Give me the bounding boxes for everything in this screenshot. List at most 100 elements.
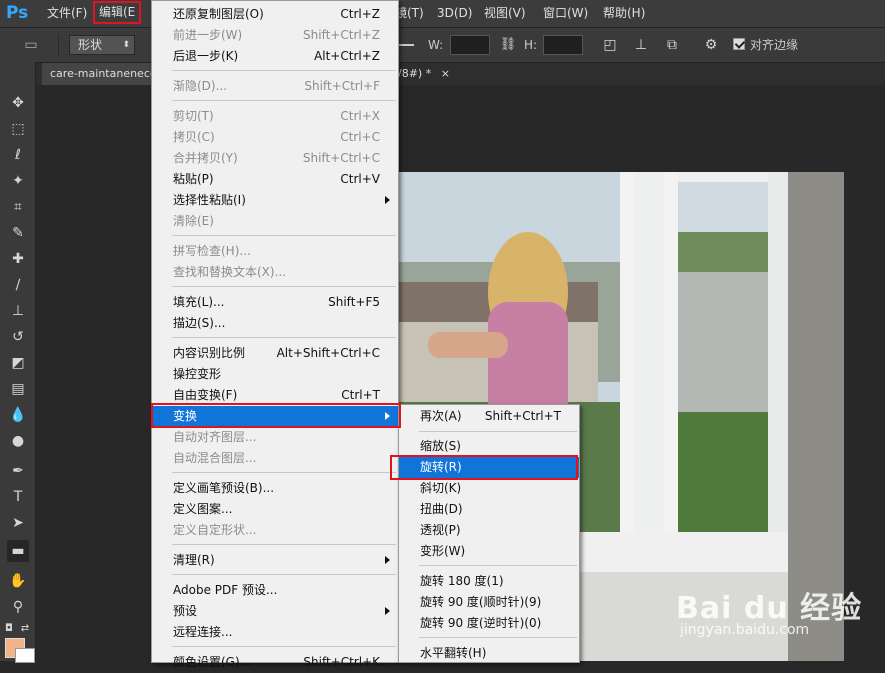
- transform_menu-item[interactable]: 再次(A) Shift+Ctrl+T: [399, 406, 579, 427]
- edit_menu-item-shortcut: Shift+Ctrl+Z: [303, 28, 380, 42]
- menu-separator: [172, 574, 396, 575]
- clone-stamp-icon[interactable]: ⊥: [7, 300, 29, 322]
- edit_menu-item-shortcut: Shift+Ctrl+K: [303, 655, 380, 669]
- document-tab[interactable]: care-maintanenece: [42, 63, 152, 85]
- edit_menu-item[interactable]: 后退一步(K) Alt+Ctrl+Z: [152, 46, 398, 67]
- blur-tool-icon[interactable]: 💧: [7, 404, 29, 426]
- menu-help[interactable]: 帮助(H): [603, 0, 645, 27]
- edit_menu-item[interactable]: 清理(R): [152, 550, 398, 571]
- edit_menu-item[interactable]: 清除(E): [152, 211, 398, 232]
- edit_menu-item-label: 填充(L)...: [173, 295, 225, 309]
- width-input[interactable]: [450, 35, 490, 55]
- shape-mode-select[interactable]: 形状 ⬍: [69, 35, 135, 55]
- height-label: H:: [524, 38, 538, 52]
- edit_menu-item[interactable]: 定义图案...: [152, 499, 398, 520]
- gear-icon[interactable]: ⚙: [700, 34, 722, 56]
- edit_menu-item[interactable]: 自动混合图层...: [152, 448, 398, 469]
- menu-filter[interactable]: 镜(T): [395, 0, 424, 27]
- close-icon[interactable]: ×: [441, 67, 450, 80]
- edit_menu-item[interactable]: 描边(S)...: [152, 313, 398, 334]
- edit_menu-item[interactable]: 粘贴(P) Ctrl+V: [152, 169, 398, 190]
- eraser-tool-icon[interactable]: ◩: [7, 352, 29, 374]
- edit_menu-item-label: 内容识别比例: [173, 346, 246, 360]
- edit_menu-item-shortcut: Ctrl+C: [340, 130, 380, 144]
- menu-view[interactable]: 视图(V): [484, 0, 526, 27]
- gradient-tool-icon[interactable]: ▤: [7, 378, 29, 400]
- transform_menu-item-label: 旋转 90 度(顺时针)(9): [420, 595, 542, 609]
- edit_menu-item[interactable]: 渐隐(D)... Shift+Ctrl+F: [152, 76, 398, 97]
- path-arrangement-icon[interactable]: ⧉: [661, 34, 683, 56]
- edit_menu-item-label: 前进一步(W): [173, 28, 243, 42]
- path-operations-icon[interactable]: ◰: [599, 34, 621, 56]
- crop-tool-icon[interactable]: ⌗: [7, 196, 29, 218]
- transform_menu-item[interactable]: 旋转 90 度(顺时针)(9): [399, 592, 579, 613]
- edit_menu-item-label: 还原复制图层(O): [173, 7, 264, 21]
- align-edges-checkbox[interactable]: [733, 38, 745, 50]
- shape-tool-preset-icon[interactable]: ▭: [20, 34, 42, 56]
- edit_menu-item[interactable]: 内容识别比例 Alt+Shift+Ctrl+C: [152, 343, 398, 364]
- submenu-arrow-icon: [385, 607, 390, 615]
- edit_menu-item[interactable]: 选择性粘贴(I): [152, 190, 398, 211]
- brush-tool-icon[interactable]: ∕: [7, 274, 29, 296]
- edit_menu-item-label: 粘贴(P): [173, 172, 214, 186]
- rotate-highlight-annotation: [390, 455, 578, 480]
- edit_menu-item-label: 剪切(T): [173, 109, 214, 123]
- transform_menu-item[interactable]: 变形(W): [399, 541, 579, 562]
- hand-tool-icon[interactable]: ✋: [7, 570, 29, 592]
- menu-separator: [172, 337, 396, 338]
- edit_menu-item-shortcut: Shift+Ctrl+C: [302, 151, 380, 165]
- edit_menu-item[interactable]: 查找和替换文本(X)...: [152, 262, 398, 283]
- edit_menu-item[interactable]: 拷贝(C) Ctrl+C: [152, 127, 398, 148]
- transform_menu-item[interactable]: 缩放(S): [399, 436, 579, 457]
- rectangle-tool-icon[interactable]: ▬: [7, 540, 29, 562]
- edit_menu-item[interactable]: 前进一步(W) Shift+Ctrl+Z: [152, 25, 398, 46]
- edit_menu-item[interactable]: 拼写检查(H)...: [152, 241, 398, 262]
- stroke-line-icon[interactable]: [398, 35, 416, 55]
- swap-colors-icon[interactable]: ⇄: [18, 618, 32, 640]
- transform_menu-item[interactable]: 旋转 180 度(1): [399, 571, 579, 592]
- edit_menu-item[interactable]: 定义自定形状...: [152, 520, 398, 541]
- document-tab-suffix[interactable]: 8/8#) * ×: [391, 63, 451, 85]
- edit_menu-item-label: Adobe PDF 预设...: [173, 583, 278, 597]
- transform_menu-item[interactable]: 扭曲(D): [399, 499, 579, 520]
- edit_menu-item[interactable]: 自动对齐图层...: [152, 427, 398, 448]
- menu-window[interactable]: 窗口(W): [543, 0, 588, 27]
- height-input[interactable]: [543, 35, 583, 55]
- menu-edit[interactable]: 编辑(E: [93, 1, 142, 24]
- history-brush-icon[interactable]: ↺: [7, 326, 29, 348]
- pen-tool-icon[interactable]: ✒: [7, 460, 29, 482]
- default-colors-icon[interactable]: ◘: [2, 618, 16, 640]
- submenu-arrow-icon: [385, 196, 390, 204]
- transform_menu-item[interactable]: 斜切(K): [399, 478, 579, 499]
- edit_menu-item[interactable]: 远程连接...: [152, 622, 398, 643]
- path-alignment-icon[interactable]: ⊥: [630, 34, 652, 56]
- magic-wand-icon[interactable]: ✦: [7, 170, 29, 192]
- type-tool-icon[interactable]: T: [7, 486, 29, 508]
- edit_menu-item[interactable]: 预设: [152, 601, 398, 622]
- edit_menu-item[interactable]: 定义画笔预设(B)...: [152, 478, 398, 499]
- edit_menu-item-label: 预设: [173, 604, 198, 618]
- chevron-updown-icon: ⬍: [122, 40, 130, 50]
- menu-file[interactable]: 文件(F): [47, 0, 87, 27]
- link-icon[interactable]: ⛓: [497, 34, 519, 56]
- edit_menu-item[interactable]: 合并拷贝(Y) Shift+Ctrl+C: [152, 148, 398, 169]
- eyedropper-tool-icon[interactable]: ✎: [7, 222, 29, 244]
- lasso-tool-icon[interactable]: ℓ: [7, 144, 29, 166]
- path-selection-icon[interactable]: ➤: [7, 512, 29, 534]
- healing-brush-icon[interactable]: ✚: [7, 248, 29, 270]
- edit_menu-item[interactable]: 还原复制图层(O) Ctrl+Z: [152, 4, 398, 25]
- edit_menu-item[interactable]: 操控变形: [152, 364, 398, 385]
- edit_menu-item-label: 清理(R): [173, 553, 215, 567]
- transform_menu-item[interactable]: 透视(P): [399, 520, 579, 541]
- transform_menu-item[interactable]: 旋转 90 度(逆时针)(0): [399, 613, 579, 634]
- edit_menu-item-label: 定义自定形状...: [173, 523, 257, 537]
- edit_menu-item[interactable]: 填充(L)... Shift+F5: [152, 292, 398, 313]
- edit_menu-item[interactable]: 剪切(T) Ctrl+X: [152, 106, 398, 127]
- marquee-tool-icon[interactable]: ⬚: [7, 118, 29, 140]
- move-tool-icon[interactable]: ✥: [7, 92, 29, 114]
- menu-3d[interactable]: 3D(D): [437, 0, 472, 27]
- edit_menu-item[interactable]: 颜色设置(G)... Shift+Ctrl+K: [152, 652, 398, 673]
- dodge-tool-icon[interactable]: ●: [7, 430, 29, 452]
- edit_menu-item[interactable]: Adobe PDF 预设...: [152, 580, 398, 601]
- zoom-tool-icon[interactable]: ⚲: [7, 596, 29, 618]
